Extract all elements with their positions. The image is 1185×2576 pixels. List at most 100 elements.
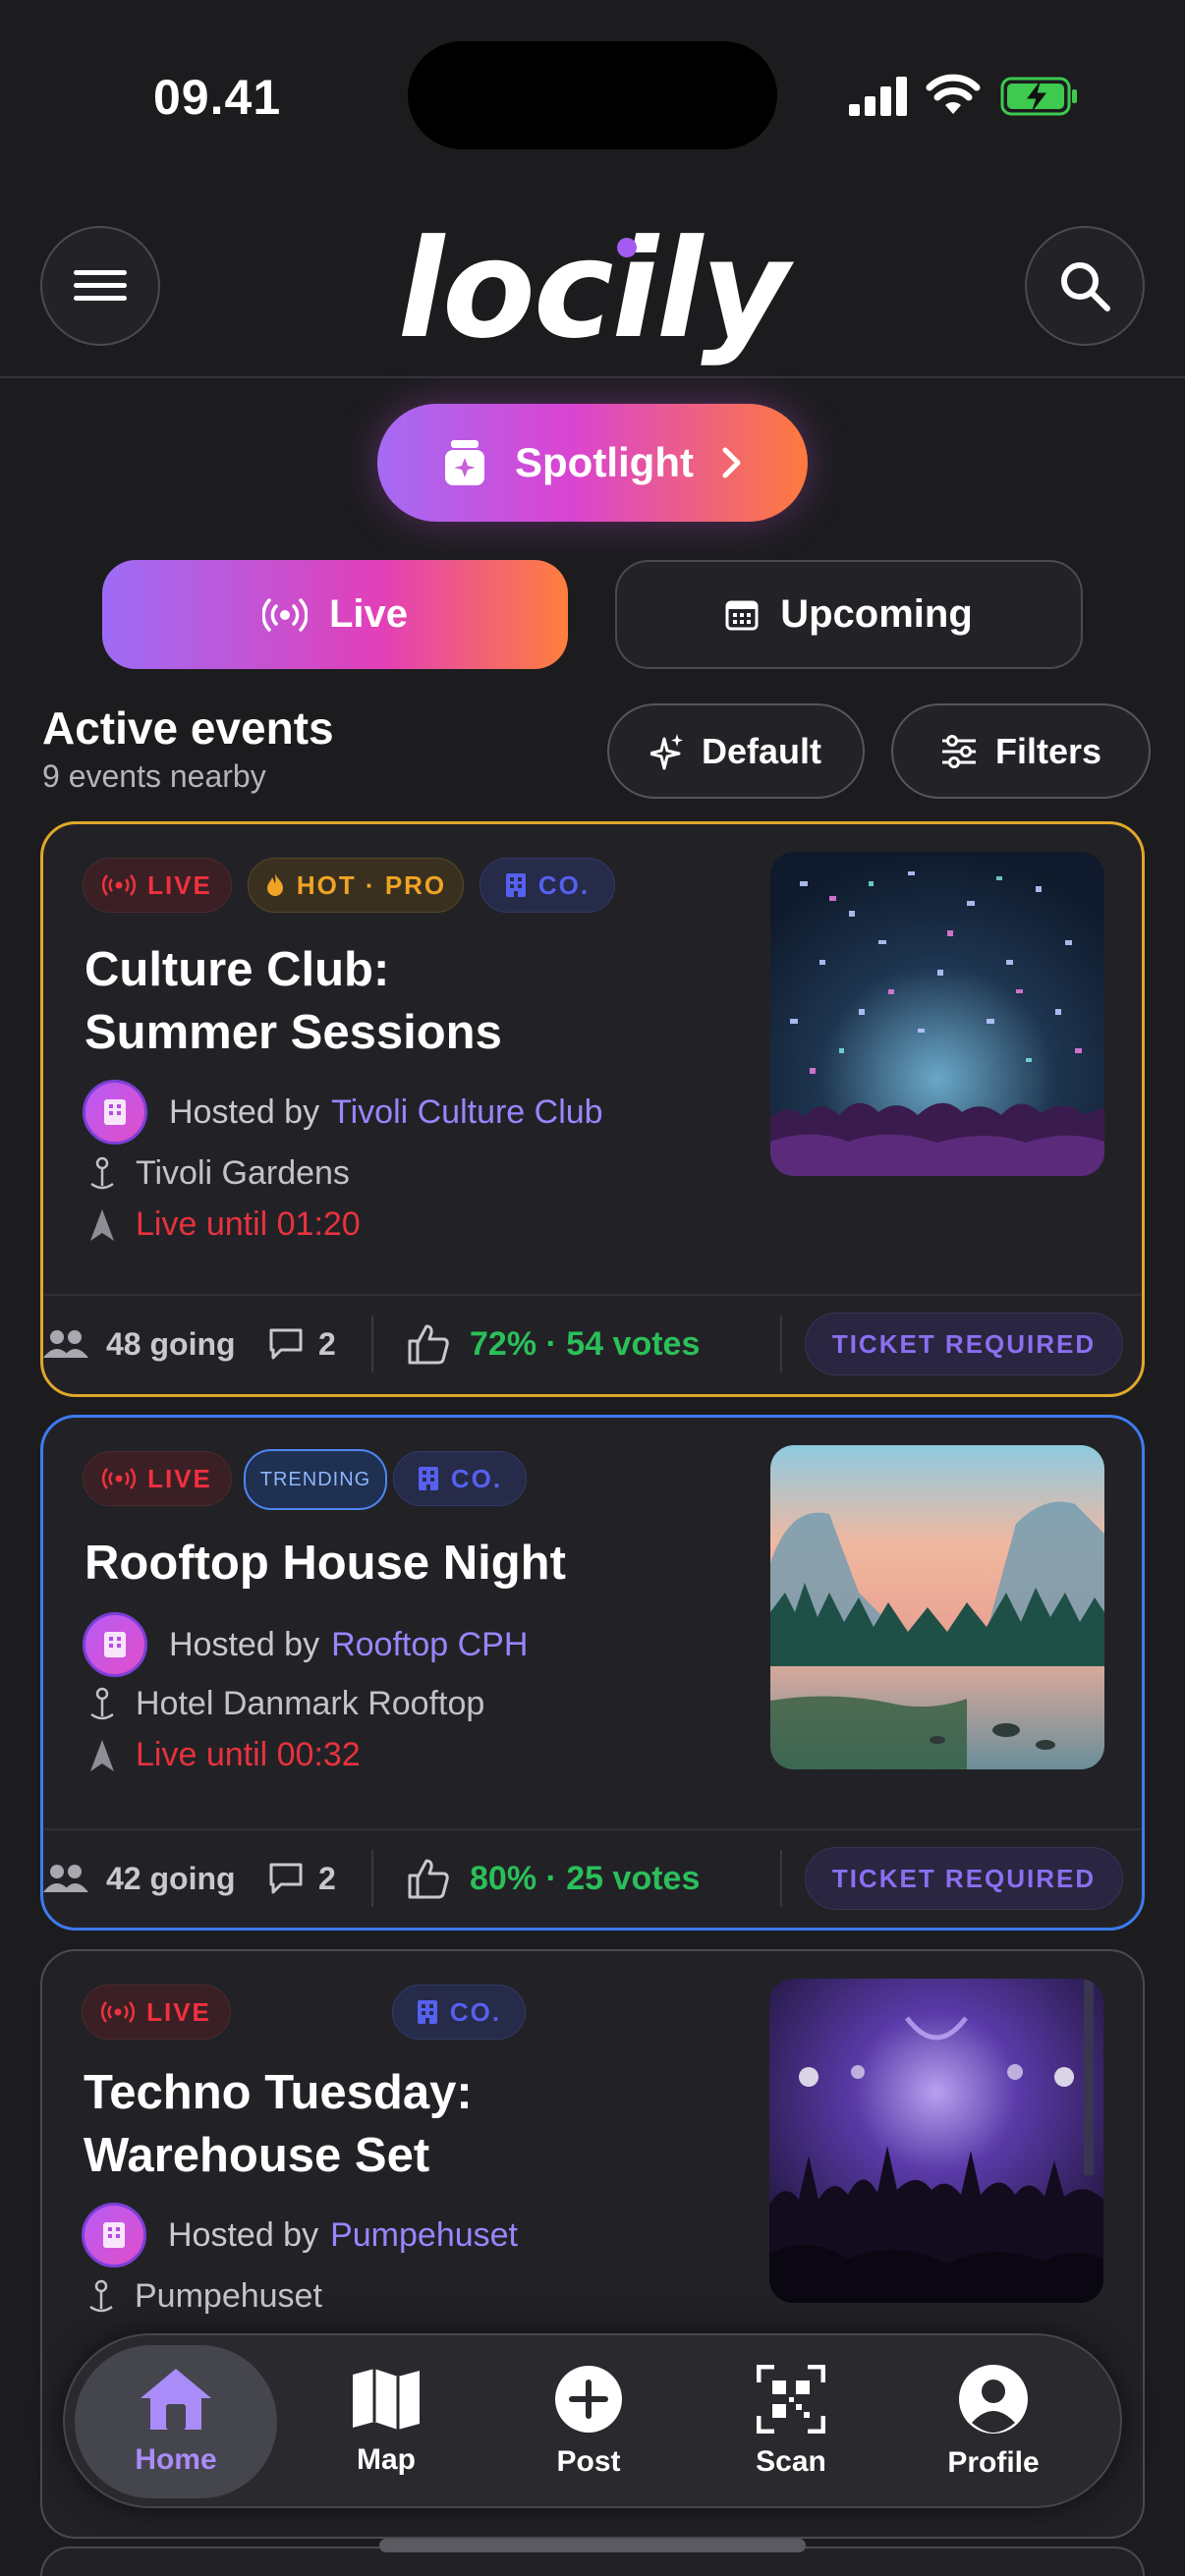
host-avatar [83,1080,147,1145]
event-card[interactable]: LIVE HOT · PRO CO. Culture Club: Summer … [40,821,1145,1397]
profile-icon [959,2365,1028,2434]
location-row: Pumpehuset [87,2277,322,2316]
card-footer: 48 going 2 72% · 54 votes TICKET REQUIRE… [43,1294,1142,1392]
going-count[interactable]: 42 going [43,1861,236,1897]
card-footer: 42 going 2 80% · 25 votes TICKET REQUIRE… [43,1828,1142,1927]
nav-profile[interactable]: Profile [892,2345,1095,2498]
building-icon [418,1467,438,1490]
host-row: Hosted by Pumpehuset [82,2203,518,2268]
live-badge: LIVE [82,1985,231,2040]
nav-profile-label: Profile [947,2446,1040,2479]
broadcast-icon [261,597,308,632]
hot-pro-badge: HOT · PRO [248,858,464,913]
going-text: 42 going [106,1860,236,1896]
event-location: Tivoli Gardens [136,1154,350,1192]
nav-home-label: Home [135,2443,217,2476]
spotlight-button[interactable]: Spotlight [377,404,808,522]
location-row: Hotel Danmark Rooftop [88,1685,484,1723]
host-link[interactable]: Tivoli Culture Club [331,1093,603,1132]
building-icon [505,873,526,897]
status-bar: 09.41 [0,0,1185,177]
tab-upcoming[interactable]: Upcoming [615,560,1083,669]
event-title: Rooftop House Night [85,1532,566,1595]
dynamic-island [408,41,777,149]
sort-default-button[interactable]: Default [607,703,865,799]
nav-post[interactable]: Post [487,2345,690,2498]
trending-badge: TRENDING [244,1449,387,1510]
search-button[interactable] [1025,226,1145,346]
home-indicator [379,2539,806,2552]
cellular-signal-icon [849,77,907,116]
footer-divider [371,1850,373,1907]
home-icon [141,2369,211,2430]
tab-upcoming-label: Upcoming [780,592,973,636]
building-icon [103,2222,125,2248]
filters-button[interactable]: Filters [891,703,1151,799]
chevron-right-icon [722,447,741,478]
votes-text: 80% · 25 votes [470,1859,701,1897]
event-image-landscape [770,1445,1104,1769]
nav-scan[interactable]: Scan [690,2345,892,2498]
event-title-line2: Warehouse Set [84,2129,430,2182]
company-label: CO. [450,1463,503,1493]
thumbs-up-icon [408,1859,449,1899]
event-card[interactable]: LIVE TRENDING CO. Rooftop House Night Ho… [40,1415,1145,1931]
broadcast-icon [102,874,137,896]
going-text: 48 going [106,1325,236,1362]
broadcast-icon [101,2001,136,2023]
votes[interactable]: 72% · 54 votes [407,1323,700,1365]
building-icon [104,1632,126,1657]
live-until-text: Live until 01:20 [136,1205,361,1243]
host-avatar [82,2203,146,2268]
votes-text: 72% · 54 votes [470,1324,701,1363]
host-row: Hosted by Tivoli Culture Club [83,1080,603,1145]
sort-default-label: Default [701,730,821,771]
app-header: locily [0,216,1185,378]
nav-map-label: Map [357,2443,416,2476]
event-image-concert [769,1979,1103,2303]
hosted-by-text: Hosted by [168,2215,319,2254]
event-title-line1: Culture Club: [85,943,390,996]
company-badge: CO. [393,1451,527,1506]
comment-icon [269,1328,303,1360]
live-badge-label: LIVE [146,1996,211,2027]
comments-count[interactable]: 2 [267,1326,336,1363]
bottom-nav: Home Map Post Scan Profile [63,2333,1122,2508]
live-badge-label: LIVE [147,869,212,900]
nav-home[interactable]: Home [75,2345,277,2498]
filters-label: Filters [994,730,1102,771]
map-icon [353,2369,420,2430]
votes[interactable]: 80% · 25 votes [407,1858,700,1899]
navigation-arrow-icon [90,1208,114,1241]
flame-icon [266,873,283,896]
nav-map[interactable]: Map [285,2345,487,2498]
tab-live[interactable]: Live [102,560,568,669]
sparkle-icon [649,733,683,769]
live-badge: LIVE [83,1451,232,1506]
comment-icon [269,1863,303,1894]
building-icon [104,1099,126,1125]
section-subtitle: 9 events nearby [42,758,266,794]
host-link[interactable]: Rooftop CPH [331,1626,528,1664]
nav-post-label: Post [556,2445,621,2478]
comments-count[interactable]: 2 [267,1861,336,1897]
event-location: Hotel Danmark Rooftop [136,1685,485,1722]
event-title-line1: Techno Tuesday: [84,2066,473,2119]
ticket-required-badge: TICKET REQUIRED [805,1313,1123,1375]
host-link[interactable]: Pumpehuset [330,2216,518,2255]
building-icon [417,2000,437,2024]
company-badge: CO. [480,858,615,913]
broadcast-icon [102,1468,137,1489]
plus-circle-icon [555,2366,622,2433]
battery-charging-icon [1000,77,1077,116]
navigation-arrow-icon [90,1739,114,1771]
wifi-icon [926,74,981,114]
location-pin-icon [90,1687,114,1719]
company-badge: CO. [392,1985,526,2040]
live-badge-label: LIVE [147,1463,212,1493]
host-row: Hosted by Rooftop CPH [83,1612,528,1677]
going-count[interactable]: 48 going [43,1326,236,1363]
section-title: Active events [42,702,334,754]
ticket-required-badge: TICKET REQUIRED [805,1847,1123,1910]
sparkle-jar-icon [445,440,485,485]
